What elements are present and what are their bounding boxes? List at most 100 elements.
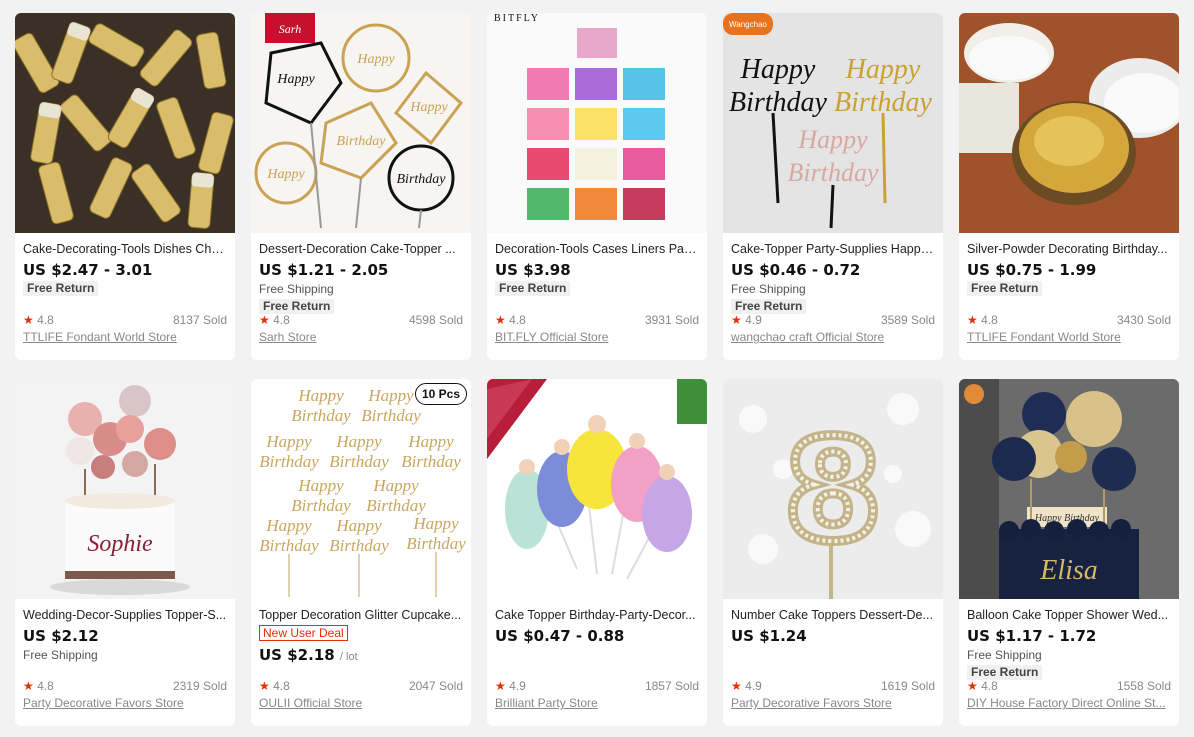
store-link[interactable]: BIT.FLY Official Store	[495, 330, 699, 344]
product-info: Decoration-Tools Cases Liners Pap... US …	[487, 233, 707, 360]
product-image[interactable]: Happy Birthday Happy Birthday Happy Birt…	[251, 379, 471, 599]
rating: ★ 4.8	[23, 313, 54, 327]
product-info: Cake-Decorating-Tools Dishes Cho... US $…	[15, 233, 235, 360]
acrylic-toppers-image: Wangchao Happy Birthday Happy Birthday H…	[723, 13, 943, 233]
product-title[interactable]: Silver-Powder Decorating Birthday...	[967, 241, 1171, 257]
topper-text: Birthday	[401, 452, 461, 471]
store-link[interactable]: Party Decorative Favors Store	[23, 696, 227, 710]
product-card[interactable]: Silver-Powder Decorating Birthday... US …	[959, 13, 1179, 360]
product-card[interactable]: Sophie Wedding-Decor-Supplies Topper-S..…	[15, 379, 235, 726]
product-card[interactable]: Happy Birthday Happy Birthday Happy Birt…	[251, 379, 471, 726]
topper-text: Happy	[335, 516, 382, 535]
product-title[interactable]: Cake-Topper Party-Supplies Happy...	[731, 241, 935, 257]
product-price: US $1.17 - 1.72	[967, 627, 1171, 645]
shipping-info: Free Shipping	[731, 282, 806, 296]
topper-text: Happy	[265, 516, 312, 535]
product-card[interactable]: Sarh Happy Happy Birthday Happy Happy Bi…	[251, 13, 471, 360]
price-value: US $0.75 - 1.99	[967, 261, 1097, 279]
rating-value: 4.8	[509, 313, 526, 327]
topper-text: Birthday	[291, 496, 351, 515]
topper-text: Happy	[297, 476, 344, 495]
free-return-badge: Free Return	[967, 665, 1043, 680]
sold-count: 2319 Sold	[172, 679, 227, 693]
product-meta: ★ 4.8 1558 Sold	[967, 679, 1171, 695]
product-meta: ★ 4.8 3931 Sold	[495, 313, 699, 329]
product-image[interactable]	[959, 13, 1179, 233]
product-card[interactable]: Cake-Decorating-Tools Dishes Cho... US $…	[15, 13, 235, 360]
store-link[interactable]: OULII Official Store	[259, 696, 463, 710]
product-title[interactable]: Cake-Decorating-Tools Dishes Cho...	[23, 241, 227, 257]
sarh-logo: Sarh	[279, 22, 301, 36]
price-value: US $1.21 - 2.05	[259, 261, 389, 279]
product-image[interactable]	[15, 13, 235, 233]
star-icon: ★	[967, 313, 978, 327]
product-meta: ★ 4.8 2047 Sold	[259, 679, 463, 695]
shipping-info: Free Shipping	[967, 648, 1042, 662]
store-link[interactable]: TTLIFE Fondant World Store	[967, 330, 1171, 344]
product-image[interactable]: Sarh Happy Happy Birthday Happy Happy Bi…	[251, 13, 471, 233]
free-return-badge: Free Return	[259, 299, 335, 314]
star-icon: ★	[495, 313, 506, 327]
product-image[interactable]: BITFLY	[487, 13, 707, 233]
free-return-badge: Free Return	[967, 281, 1043, 296]
rating-value: 4.8	[37, 679, 54, 693]
rhinestone-number-image: 8 8	[723, 379, 943, 599]
rating: ★ 4.8	[495, 313, 526, 327]
store-link[interactable]: TTLIFE Fondant World Store	[23, 330, 227, 344]
product-meta: ★ 4.9 1619 Sold	[731, 679, 935, 695]
product-info: Balloon Cake Topper Shower Wed... US $1.…	[959, 599, 1179, 726]
product-title[interactable]: Balloon Cake Topper Shower Wed...	[967, 607, 1171, 623]
product-card[interactable]: Wangchao Happy Birthday Happy Birthday H…	[723, 13, 943, 360]
product-price: US $0.46 - 0.72	[731, 261, 935, 279]
topper-text: Happy	[335, 432, 382, 451]
topper-text: Birthday	[788, 158, 879, 187]
birthday-toppers-image: Sarh Happy Happy Birthday Happy Happy Bi…	[251, 13, 471, 233]
product-title[interactable]: Topper Decoration Glitter Cupcake...	[259, 607, 463, 623]
star-icon: ★	[967, 679, 978, 693]
rating: ★ 4.8	[259, 679, 290, 693]
product-image[interactable]: Sophie	[15, 379, 235, 599]
topper-text: Birthday	[366, 496, 426, 515]
product-price: US $3.98	[495, 261, 699, 279]
product-meta: ★ 4.8 3430 Sold	[967, 313, 1171, 329]
product-title[interactable]: Wedding-Decor-Supplies Topper-S...	[23, 607, 227, 623]
store-link[interactable]: Brilliant Party Store	[495, 696, 699, 710]
product-card[interactable]: BITFLY Decoration-Tools Cases Liners Pap…	[487, 13, 707, 360]
product-image[interactable]	[487, 379, 707, 599]
store-link[interactable]: DIY House Factory Direct Online St...	[967, 696, 1171, 710]
product-card[interactable]: Cake Topper Birthday-Party-Decor... US $…	[487, 379, 707, 726]
product-price: US $0.75 - 1.99	[967, 261, 1171, 279]
sold-count: 1619 Sold	[880, 679, 935, 693]
product-title[interactable]: Number Cake Toppers Dessert-De...	[731, 607, 935, 623]
banner-text: Happy Birthday	[1034, 513, 1100, 524]
product-meta: ★ 4.9 3589 Sold	[731, 313, 935, 329]
topper-text: Happy	[407, 432, 454, 451]
price-unit: / lot	[339, 651, 358, 663]
product-card[interactable]: 8 8 Number Cake Toppers Dessert-De... US…	[723, 379, 943, 726]
rating-value: 4.9	[745, 313, 762, 327]
product-title[interactable]: Dessert-Decoration Cake-Topper ...	[259, 241, 463, 257]
product-image[interactable]: 8 8	[723, 379, 943, 599]
product-image[interactable]: Wangchao Happy Birthday Happy Birthday H…	[723, 13, 943, 233]
balloon-cake-navy-image: Happy Birthday Elisa	[959, 379, 1179, 599]
product-card[interactable]: Happy Birthday Elisa Balloon Cake Topper…	[959, 379, 1179, 726]
rating-value: 4.8	[981, 679, 998, 693]
product-image[interactable]: Happy Birthday Elisa	[959, 379, 1179, 599]
star-icon: ★	[23, 679, 34, 693]
rating-value: 4.9	[745, 679, 762, 693]
product-title[interactable]: Cake Topper Birthday-Party-Decor...	[495, 607, 699, 623]
store-link[interactable]: wangchao craft Official Store	[731, 330, 935, 344]
balloon-cake-pink-image: Sophie	[15, 379, 235, 599]
star-icon: ★	[495, 679, 506, 693]
store-link[interactable]: Sarh Store	[259, 330, 463, 344]
product-info: Wedding-Decor-Supplies Topper-S... US $2…	[15, 599, 235, 726]
price-value: US $1.17 - 1.72	[967, 627, 1097, 645]
free-return-badge: Free Return	[23, 281, 99, 296]
topper-text: Happy	[367, 386, 414, 405]
shipping-info: Free Shipping	[259, 282, 334, 296]
product-title[interactable]: Decoration-Tools Cases Liners Pap...	[495, 241, 699, 257]
store-link[interactable]: Party Decorative Favors Store	[731, 696, 935, 710]
sold-count: 2047 Sold	[408, 679, 463, 693]
product-price: US $1.24	[731, 627, 935, 645]
free-return-badge: Free Return	[495, 281, 571, 296]
